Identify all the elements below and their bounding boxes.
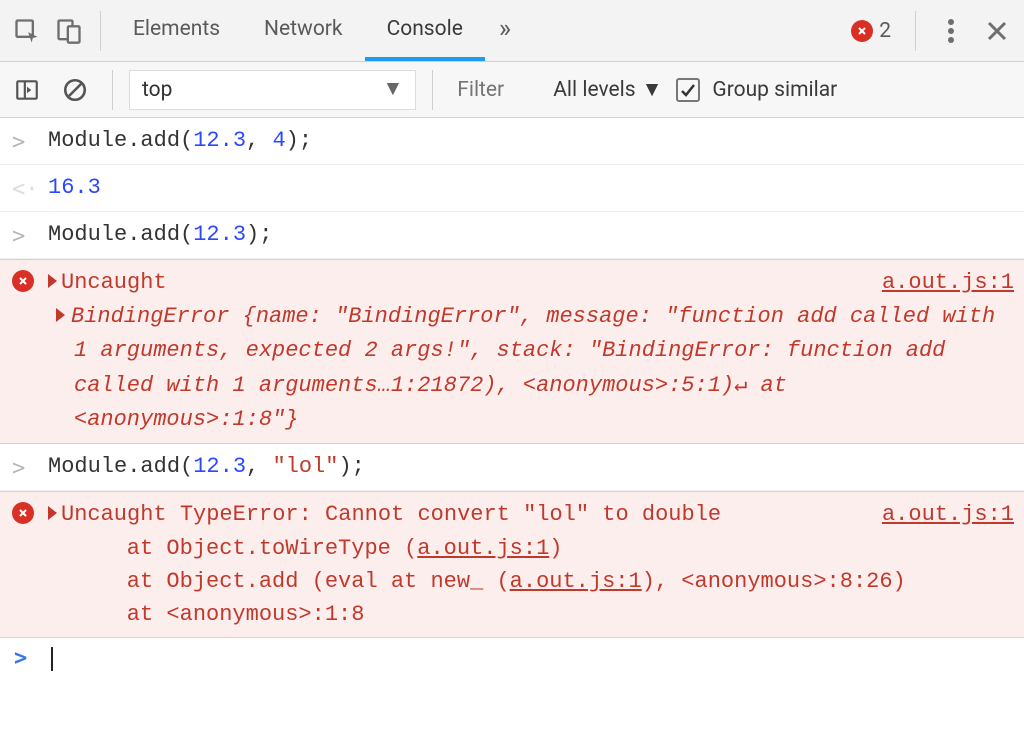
sidebar-toggle-icon[interactable] [6,69,48,111]
panel-tabs: Elements Network Console » [111,0,525,61]
error-icon [12,270,34,292]
text-cursor [51,647,53,671]
return-chevron-icon: <· [12,173,39,207]
code-number: 12.3 [193,454,246,479]
source-link[interactable]: a.out.js:1 [882,498,1014,532]
error-heading: Uncaught [61,270,167,295]
tab-label: Console [387,17,463,41]
tab-label: Network [264,17,343,41]
error-heading: Uncaught TypeError: Cannot convert "lol"… [61,502,721,527]
tab-more-panels[interactable]: » [485,0,525,61]
separator [432,70,433,110]
code-number: 12.3 [193,128,246,153]
disclosure-triangle-icon[interactable] [56,308,65,322]
code-number: 12.3 [193,222,246,247]
input-chevron-icon: > [12,452,25,486]
code-text: ); [338,454,364,479]
clear-console-icon[interactable] [54,69,96,111]
close-icon[interactable] [976,10,1018,52]
caret-down-icon: ▼ [642,78,663,102]
code-text: ); [246,222,272,247]
filter-input[interactable] [449,70,539,110]
device-toggle-icon[interactable] [48,10,90,52]
separator [915,11,916,51]
code-text: Module.add( [48,454,193,479]
console-input-row[interactable]: > Module.add(12.3); [0,212,1024,259]
levels-label: All levels [553,78,635,102]
result-value: 16.3 [48,175,101,200]
context-selector[interactable]: top ▼ [129,70,416,110]
kebab-menu-icon[interactable] [930,10,972,52]
chevrons-icon: » [499,14,511,44]
input-chevron-icon: > [12,126,25,160]
separator [112,70,113,110]
inspect-icon[interactable] [6,10,48,52]
prompt-chevron-icon: > [14,646,27,671]
code-number: 4 [272,128,285,153]
error-icon [12,502,34,524]
trace-text: at <anonymous>:1:8 [74,602,364,627]
error-count-chip[interactable]: 2 [841,19,901,43]
console-input-row[interactable]: > Module.add(12.3, "lol"); [0,444,1024,491]
tab-elements[interactable]: Elements [111,0,242,61]
disclosure-triangle-icon[interactable] [48,274,57,288]
toolbar-right: 2 [841,10,1018,52]
trace-text: at Object.toWireType ( [74,536,417,561]
group-similar-label: Group similar [706,78,837,102]
tab-label: Elements [133,17,220,41]
trace-link[interactable]: a.out.js:1 [417,536,549,561]
context-label: top [142,78,172,102]
devtools-top-toolbar: Elements Network Console » 2 [0,0,1024,62]
console-error-row[interactable]: a.out.js:1 Uncaught TypeError: Cannot co… [0,491,1024,638]
error-object[interactable]: BindingError {name: "BindingError", mess… [48,300,1014,436]
tab-console[interactable]: Console [365,0,485,61]
trace-text: at Object.add (eval at new_ ( [74,569,510,594]
stack-trace: at Object.toWireType (a.out.js:1) at Obj… [48,532,1014,631]
error-count: 2 [879,19,891,43]
caret-down-icon: ▼ [382,77,403,101]
input-chevron-icon: > [12,220,25,254]
code-string: "lol" [272,454,338,479]
log-levels-select[interactable]: All levels ▼ [545,78,670,102]
separator [100,11,101,51]
trace-text: ), <anonymous>:8:26) [642,569,906,594]
group-similar-checkbox[interactable] [676,78,700,102]
code-text: Module.add( [48,222,193,247]
code-text: Module.add( [48,128,193,153]
code-text: ); [286,128,312,153]
source-link[interactable]: a.out.js:1 [882,266,1014,300]
console-output: > Module.add(12.3, 4); <· 16.3 > Module.… [0,118,1024,679]
tab-network[interactable]: Network [242,0,365,61]
error-body: BindingError {name: "BindingError", mess… [71,304,995,431]
trace-link[interactable]: a.out.js:1 [510,569,642,594]
console-error-row[interactable]: a.out.js:1 Uncaught BindingError {name: … [0,259,1024,443]
code-text: , [246,128,272,153]
console-prompt[interactable]: > [0,638,1024,679]
console-toolbar: top ▼ All levels ▼ Group similar [0,62,1024,118]
console-result-row[interactable]: <· 16.3 [0,165,1024,212]
disclosure-triangle-icon[interactable] [48,506,57,520]
trace-text: ) [549,536,562,561]
code-text: , [246,454,272,479]
error-icon [851,20,873,42]
console-input-row[interactable]: > Module.add(12.3, 4); [0,118,1024,165]
